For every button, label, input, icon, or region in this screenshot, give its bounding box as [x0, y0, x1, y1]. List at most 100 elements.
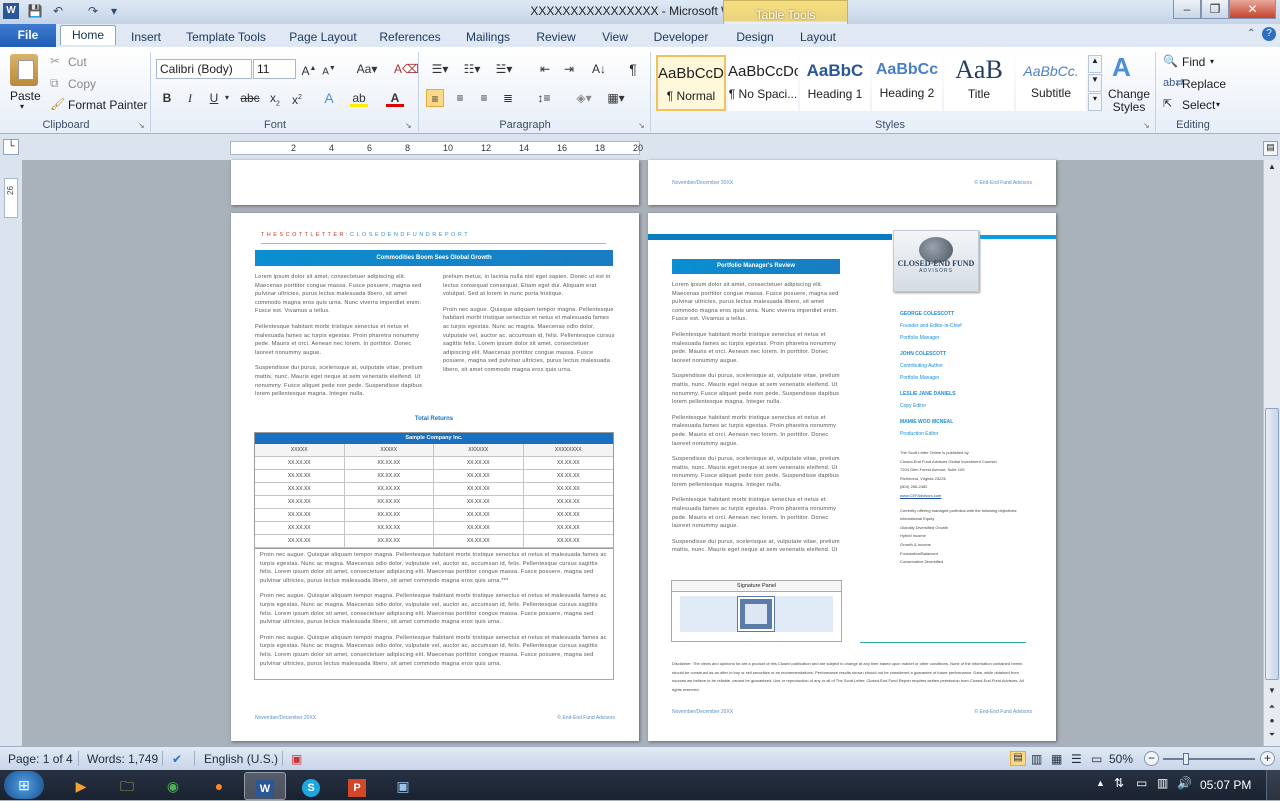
table-cell[interactable]: XX.XX.XX [255, 496, 345, 508]
macro-recording-icon[interactable]: ▣ [291, 752, 302, 766]
style-subtitle[interactable]: AaBbCc. Subtitle [1016, 55, 1086, 111]
select-dropdown-icon[interactable]: ▾ [1216, 100, 1220, 109]
decrease-indent-icon[interactable]: ⇤ [536, 60, 554, 78]
tab-template-tools[interactable]: Template Tools [180, 28, 272, 48]
page-count-status[interactable]: Page: 1 of 4 [8, 752, 73, 766]
change-styles-button[interactable]: Change Styles [1107, 88, 1151, 114]
scroll-thumb[interactable] [1265, 408, 1279, 680]
find-dropdown-icon[interactable]: ▾ [1210, 57, 1214, 66]
table-cell[interactable]: XX.XX.XX [434, 470, 524, 482]
style-heading-1[interactable]: AaBbC Heading 1 [800, 55, 870, 111]
styles-more-icon[interactable]: ▾ [1088, 93, 1102, 111]
cut-button[interactable]: Cut [68, 55, 87, 69]
table-cell[interactable]: XX.XX.XX [434, 496, 524, 508]
cut-icon[interactable]: ✂ [50, 54, 60, 68]
outline-view-icon[interactable]: ☰ [1071, 752, 1082, 766]
page-3[interactable]: T H E S C O T T L E T T E R : C L O S E … [231, 213, 639, 741]
tab-developer[interactable]: Developer [648, 28, 714, 48]
show-desktop-button[interactable] [1266, 770, 1280, 800]
signature-panel[interactable]: Signature Panel [671, 580, 842, 642]
table-cell[interactable]: XX.XX.XX [255, 483, 345, 495]
draft-view-icon[interactable]: ▭ [1091, 752, 1102, 766]
style-no-spacing[interactable]: AaBbCcDc ¶ No Spaci... [728, 55, 798, 111]
font-color-icon[interactable]: A [386, 89, 404, 107]
page-1-bottom[interactable]: November/December 20XX © End-End Fund Ad… [648, 160, 1056, 205]
shrink-font-icon[interactable]: A▼ [320, 60, 338, 78]
copy-button[interactable]: Copy [68, 77, 96, 91]
sort-icon[interactable]: A↓ [590, 60, 608, 78]
tab-review[interactable]: Review [531, 28, 581, 48]
window-app-icon[interactable]: ▣ [382, 772, 424, 800]
format-painter-icon[interactable]: 🖌 [50, 97, 65, 111]
clock[interactable]: 05:07 PM [1200, 778, 1251, 792]
font-launcher-icon[interactable]: ↘ [405, 121, 412, 130]
shading-icon[interactable]: ◈▾ [572, 89, 596, 107]
start-button[interactable]: ⊞ [4, 771, 44, 799]
clear-formatting-icon[interactable]: A⌫ [394, 60, 419, 78]
borders-icon[interactable]: ▦▾ [604, 89, 628, 107]
select-browse-object-icon[interactable]: ● [1265, 716, 1279, 730]
print-layout-view-icon[interactable]: ▤ [1010, 751, 1026, 766]
page-2-bottom[interactable] [231, 160, 639, 205]
table-cell[interactable]: XX.XX.XX [524, 509, 614, 521]
table-cell[interactable]: XX.XX.XX [345, 470, 434, 482]
vertical-ruler[interactable]: 26 [0, 160, 22, 746]
bold-icon[interactable]: B [158, 89, 176, 107]
table-cell[interactable]: XX.XX.XX [345, 457, 434, 469]
tab-references[interactable]: References [375, 28, 445, 48]
table-cell[interactable]: XX.XX.XX [434, 509, 524, 521]
line-spacing-icon[interactable]: ↕≡ [532, 89, 556, 107]
numbering-icon[interactable]: ☷▾ [460, 60, 484, 78]
table-cell[interactable]: XX.XX.XX [255, 470, 345, 482]
table-cell[interactable]: XX.XX.XX [434, 483, 524, 495]
multilevel-list-icon[interactable]: ☱▾ [492, 60, 516, 78]
paragraph-launcher-icon[interactable]: ↘ [638, 121, 645, 130]
format-painter-button[interactable]: Format Painter [68, 98, 147, 112]
table-cell[interactable]: XX.XX.XX [524, 522, 614, 534]
style-title[interactable]: AaB Title [944, 55, 1014, 111]
find-icon[interactable]: 🔍 [1163, 54, 1178, 68]
underline-dropdown-icon[interactable]: ▾ [222, 89, 232, 107]
table-cell[interactable]: XX.XX.XX [524, 483, 614, 495]
restore-button[interactable]: ❐ [1201, 0, 1229, 19]
tab-page-layout[interactable]: Page Layout [285, 28, 361, 48]
tab-view[interactable]: View [595, 28, 635, 48]
paste-icon[interactable] [10, 54, 38, 86]
underline-icon[interactable]: U [205, 89, 223, 107]
highlight-icon[interactable]: ab [350, 89, 368, 107]
style-normal[interactable]: AaBbCcDc¶ Normal [656, 55, 726, 111]
justify-icon[interactable]: ≣ [499, 89, 517, 107]
tab-layout[interactable]: Layout [795, 28, 841, 48]
tab-selector-icon[interactable]: └ [3, 139, 19, 155]
italic-icon[interactable]: I [181, 89, 199, 107]
table-cell[interactable]: XX.XX.XX [524, 457, 614, 469]
copy-icon[interactable]: ⧉ [50, 76, 59, 91]
find-button[interactable]: Find [1182, 55, 1205, 69]
zoom-slider[interactable] [1163, 753, 1255, 765]
select-icon[interactable]: ⇱ [1163, 97, 1172, 110]
zoom-in-icon[interactable]: + [1260, 751, 1275, 766]
table-cell[interactable]: XX.XX.XX [345, 483, 434, 495]
table-cell[interactable]: XX.XX.XX [434, 522, 524, 534]
tab-mailings[interactable]: Mailings [459, 28, 517, 48]
page-4[interactable]: CLOSED-END FUND ADVISORS Portfolio Manag… [648, 213, 1056, 741]
web-layout-icon[interactable]: ▦ [1051, 752, 1062, 766]
increase-indent-icon[interactable]: ⇥ [560, 60, 578, 78]
document-area[interactable] [22, 160, 1263, 746]
show-formatting-icon[interactable]: ¶ [624, 60, 642, 78]
change-styles-icon[interactable]: A [1112, 52, 1131, 83]
minimize-ribbon-icon[interactable]: ⌃ [1247, 28, 1255, 39]
table-cell[interactable]: XX.XX.XX [524, 470, 614, 482]
table-cell[interactable]: XX.XX.XX [345, 496, 434, 508]
tab-design[interactable]: Design [730, 28, 780, 48]
table-cell[interactable]: XX.XX.XX [255, 509, 345, 521]
tray-sync-icon[interactable]: ⇅ [1114, 776, 1124, 790]
tray-volume-icon[interactable]: 🔊 [1177, 776, 1192, 790]
table-cell[interactable]: XX.XX.XX [345, 522, 434, 534]
table-cell[interactable]: XX.XX.XX [524, 496, 614, 508]
paste-button[interactable]: Paste [10, 89, 41, 103]
close-button[interactable]: ✕ [1229, 0, 1276, 19]
previous-page-icon[interactable]: ⏶ [1265, 702, 1279, 716]
font-size-box[interactable]: 11 [253, 59, 296, 79]
select-button[interactable]: Select [1182, 98, 1215, 112]
